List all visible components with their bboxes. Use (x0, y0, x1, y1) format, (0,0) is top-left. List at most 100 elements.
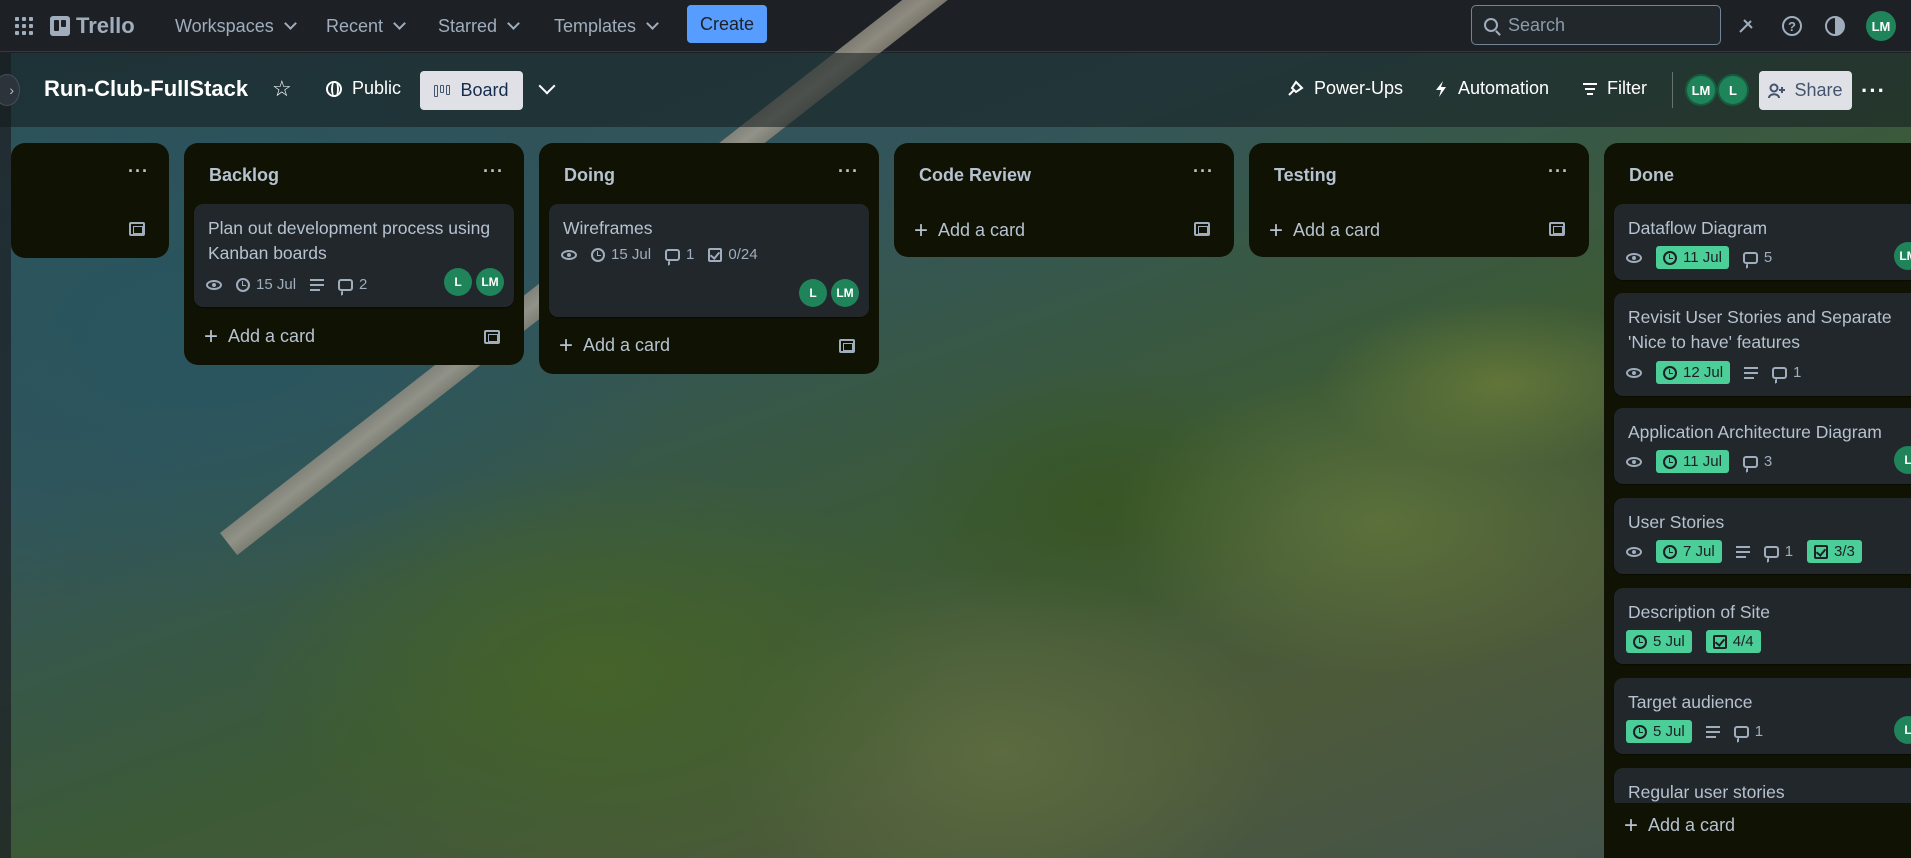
add-card-button[interactable]: + Add a card (914, 218, 1025, 242)
clock-icon (1663, 544, 1677, 559)
list-menu-icon[interactable]: ··· (1193, 161, 1214, 182)
help-icon[interactable]: ? (1777, 11, 1807, 41)
card-template-icon[interactable] (129, 222, 145, 236)
member-avatar[interactable]: LM (831, 279, 859, 307)
list-menu-icon[interactable]: ··· (128, 161, 149, 182)
add-card-label: Add a card (228, 326, 316, 346)
list-menu-icon[interactable]: ··· (838, 161, 859, 182)
nav-workspaces-label: Workspaces (175, 15, 274, 36)
comment-icon (1763, 545, 1779, 558)
card-template-icon[interactable] (484, 330, 500, 344)
list-menu-icon[interactable]: ··· (483, 161, 504, 182)
nav-starred[interactable]: Starred (430, 10, 526, 42)
account-avatar[interactable]: LM (1866, 11, 1896, 41)
card-badges: 15 Jul 2 (206, 276, 367, 293)
due-date-badge: 5 Jul (1626, 630, 1692, 653)
member-avatar[interactable]: L (444, 268, 472, 296)
description-icon (1735, 545, 1750, 558)
nav-templates[interactable]: Templates (546, 10, 665, 42)
list-menu-icon[interactable]: ··· (1548, 161, 1569, 182)
plus-icon: + (1624, 811, 1639, 839)
card[interactable]: User Stories 7 Jul 1 3/3 (1614, 498, 1911, 574)
card-template-icon[interactable] (839, 339, 855, 353)
globe-icon (326, 80, 342, 97)
card-title-line: Plan out development process using (208, 218, 491, 238)
watching-icon (206, 279, 222, 290)
nav-recent[interactable]: Recent (318, 10, 412, 42)
comment-icon (1733, 725, 1749, 738)
automation-button[interactable]: Automation (1434, 78, 1549, 99)
filter-icon (1583, 82, 1597, 95)
list-title[interactable]: Testing (1274, 165, 1337, 186)
more-options-icon[interactable]: ··· (1861, 78, 1886, 104)
card[interactable]: Plan out development process using Kanba… (194, 204, 514, 307)
due-date-badge: 5 Jul (1626, 720, 1692, 743)
lightning-icon (1436, 80, 1446, 97)
filter-button[interactable]: Filter (1583, 78, 1647, 99)
member-avatar[interactable]: LM (476, 268, 504, 296)
member-avatar[interactable]: LM (1894, 242, 1911, 270)
card-members: L (1894, 716, 1911, 744)
watching-icon (1626, 456, 1642, 467)
logo-text: Trello (76, 13, 135, 38)
board-member-avatar[interactable]: L (1717, 74, 1749, 106)
card-title: Dataflow Diagram (1628, 218, 1768, 238)
list-title[interactable]: Code Review (919, 165, 1031, 186)
nav-workspaces[interactable]: Workspaces (167, 10, 303, 42)
due-date-badge: 12 Jul (1656, 361, 1731, 384)
trello-logo[interactable]: Trello (50, 13, 135, 39)
board-title[interactable]: Run-Club-FullStack (44, 76, 248, 102)
card[interactable]: Wireframes 15 Jul 1 0/24 L LM (549, 204, 869, 317)
visibility-button[interactable]: Public (326, 78, 401, 99)
due-date-text: 5 Jul (1653, 723, 1685, 740)
card-template-icon[interactable] (1194, 222, 1210, 236)
card-title-line: Revisit User Stories and Separate (1628, 307, 1892, 327)
comment-icon (1772, 366, 1788, 379)
card-badges: 7 Jul 1 3/3 (1626, 540, 1862, 563)
due-date-badge: 11 Jul (1656, 450, 1729, 473)
card-template-icon[interactable] (1549, 222, 1565, 236)
member-avatar[interactable]: L (799, 279, 827, 307)
search-input[interactable]: Search (1471, 5, 1721, 45)
clock-icon (1663, 365, 1677, 380)
add-card-button[interactable]: + Add a card (559, 333, 671, 357)
description-icon (1744, 366, 1759, 379)
chevron-down-icon (393, 17, 406, 30)
collapsed-sidebar (0, 53, 11, 858)
app-switcher-icon[interactable] (8, 10, 40, 42)
share-button[interactable]: Share (1759, 71, 1852, 110)
list-testing: Testing ··· + Add a card (1249, 143, 1589, 257)
board-view-button[interactable]: Board (420, 71, 523, 110)
add-card-label: Add a card (583, 335, 671, 355)
card[interactable]: Description of Site 5 Jul 4/4 (1614, 588, 1911, 664)
power-ups-button[interactable]: Power-Ups (1286, 78, 1403, 99)
due-date-text: 12 Jul (1683, 364, 1724, 381)
comment-icon (1742, 251, 1758, 264)
star-icon[interactable]: ☆ (272, 76, 292, 102)
card-title: Wireframes (563, 218, 653, 238)
create-button[interactable]: Create (687, 5, 767, 43)
card[interactable]: Revisit User Stories and Separate 'Nice … (1614, 293, 1911, 396)
card-badges: 11 Jul 3 (1626, 450, 1772, 473)
add-card-button[interactable]: + Add a card (1269, 218, 1380, 242)
card[interactable]: Dataflow Diagram 11 Jul 5 LM (1614, 204, 1911, 280)
member-avatar[interactable]: L (1894, 446, 1911, 474)
card-members: LM (1894, 242, 1911, 270)
list-title[interactable]: Done (1629, 165, 1674, 186)
due-date-badge: 15 Jul (591, 246, 651, 263)
notifications-icon[interactable] (1731, 11, 1761, 41)
list-title[interactable]: Backlog (209, 165, 279, 186)
board-member-avatar[interactable]: LM (1685, 74, 1717, 106)
card[interactable]: Target audience 5 Jul 1 L (1614, 678, 1911, 754)
add-card-button[interactable]: + Add a card (204, 324, 316, 348)
list-title[interactable]: Doing (564, 165, 615, 186)
theme-toggle-icon[interactable] (1820, 11, 1850, 41)
card[interactable]: Application Architecture Diagram 11 Jul … (1614, 408, 1911, 484)
add-card-button[interactable]: + Add a card (1624, 811, 1735, 839)
comments-count: 1 (1754, 723, 1764, 740)
card[interactable]: Regular user stories (1614, 768, 1911, 808)
due-date-text: 11 Jul (1683, 453, 1722, 470)
watching-icon (1626, 546, 1642, 557)
member-avatar[interactable]: L (1894, 716, 1911, 744)
add-person-icon (1768, 83, 1786, 98)
